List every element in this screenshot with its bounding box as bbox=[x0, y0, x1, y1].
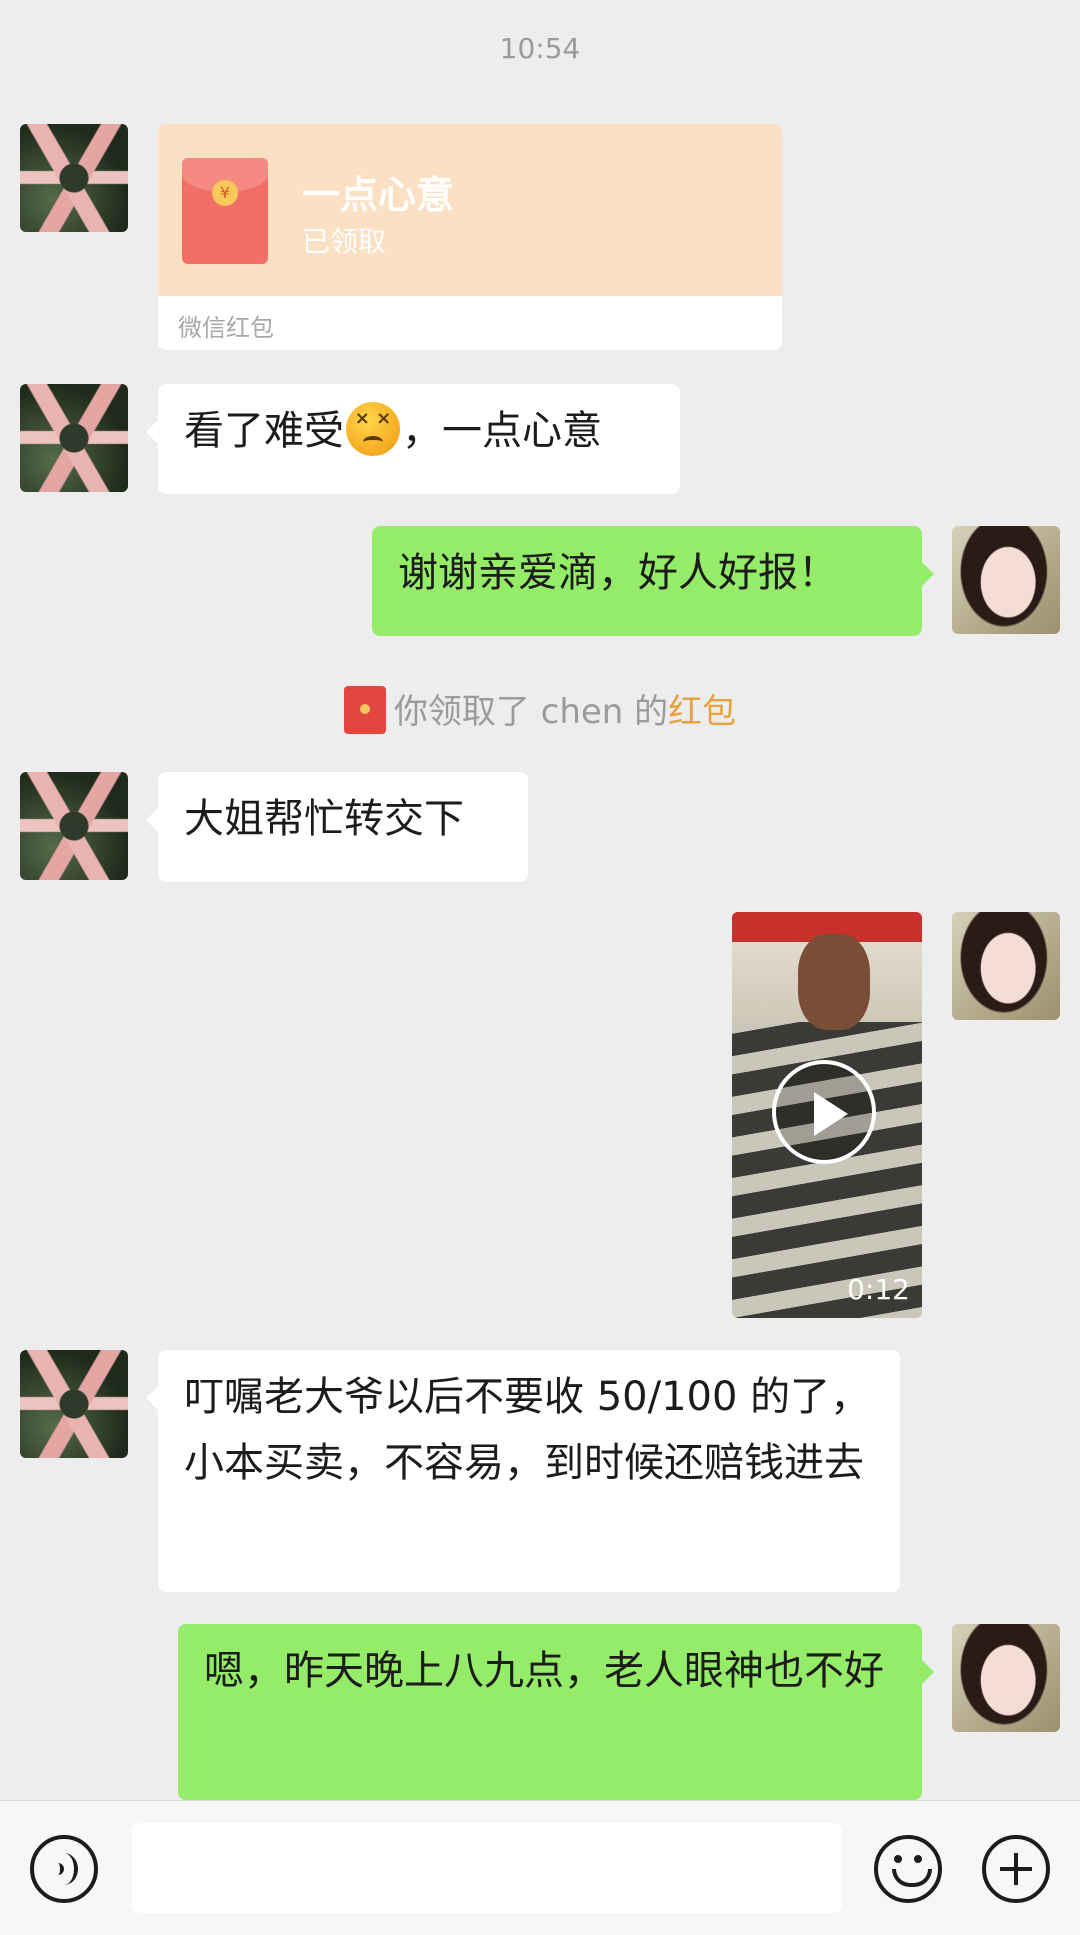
red-packet-footer: 微信红包 bbox=[178, 314, 274, 342]
chat-input-bar bbox=[0, 1800, 1080, 1935]
chat-scroll-area[interactable]: 10:54 ¥ 一点心意 已领取 微信红包 看了难受 ，一点心意 谢谢亲爱滴，好人… bbox=[0, 0, 1080, 1800]
video-message[interactable]: 0:12 bbox=[732, 912, 922, 1318]
sender-avatar[interactable] bbox=[20, 772, 128, 880]
my-avatar[interactable] bbox=[952, 526, 1060, 634]
red-packet-link[interactable]: 红包 bbox=[668, 692, 736, 732]
message-text: 谢谢亲爱滴，好人好报！ bbox=[398, 550, 838, 596]
my-avatar[interactable] bbox=[952, 912, 1060, 1020]
sender-avatar[interactable] bbox=[20, 384, 128, 492]
video-duration: 0:12 bbox=[847, 1273, 910, 1306]
yuan-coin-icon: ¥ bbox=[212, 180, 238, 206]
red-packet-small-icon bbox=[343, 685, 386, 734]
voice-icon[interactable] bbox=[30, 1835, 98, 1903]
sender-avatar[interactable] bbox=[20, 124, 128, 232]
video-thumbnail-person bbox=[798, 934, 870, 1030]
smiley-icon[interactable] bbox=[874, 1835, 942, 1903]
incoming-message-bubble[interactable]: 叮嘱老大爷以后不要收 50/100 的了，小本买卖，不容易，到时候还赔钱进去 bbox=[146, 1350, 900, 1592]
message-text: 嗯，昨天晚上八九点，老人眼神也不好 bbox=[204, 1648, 884, 1694]
system-notice: 你领取了 chen 的红包 bbox=[0, 684, 1080, 738]
sender-avatar[interactable] bbox=[20, 1350, 128, 1458]
message-text: 看了难受 bbox=[184, 408, 344, 454]
message-input[interactable] bbox=[132, 1823, 842, 1913]
outgoing-message-bubble[interactable]: 嗯，昨天晚上八九点，老人眼神也不好 bbox=[178, 1624, 934, 1800]
message-text: 叮嘱老大爷以后不要收 50/100 的了，小本买卖，不容易，到时候还赔钱进去 bbox=[184, 1374, 871, 1486]
red-packet-title: 一点心意 bbox=[302, 173, 455, 217]
system-notice-text: 你领取了 chen 的 bbox=[393, 692, 669, 732]
incoming-message-bubble[interactable]: 看了难受 ，一点心意 bbox=[146, 384, 680, 494]
outgoing-message-bubble[interactable]: 谢谢亲爱滴，好人好报！ bbox=[372, 526, 934, 636]
red-packet-card[interactable]: ¥ 一点心意 已领取 微信红包 bbox=[158, 124, 782, 350]
message-text: 大姐帮忙转交下 bbox=[184, 796, 464, 842]
message-text: ，一点心意 bbox=[402, 408, 602, 454]
red-packet-status: 已领取 bbox=[302, 225, 387, 258]
time-divider: 10:54 bbox=[499, 32, 581, 65]
red-packet-icon: ¥ bbox=[182, 158, 268, 264]
plus-icon[interactable] bbox=[982, 1835, 1050, 1903]
play-icon[interactable] bbox=[772, 1060, 876, 1164]
my-avatar[interactable] bbox=[952, 1624, 1060, 1732]
persevering-face-emoji-icon bbox=[346, 402, 400, 456]
incoming-message-bubble[interactable]: 大姐帮忙转交下 bbox=[146, 772, 528, 882]
